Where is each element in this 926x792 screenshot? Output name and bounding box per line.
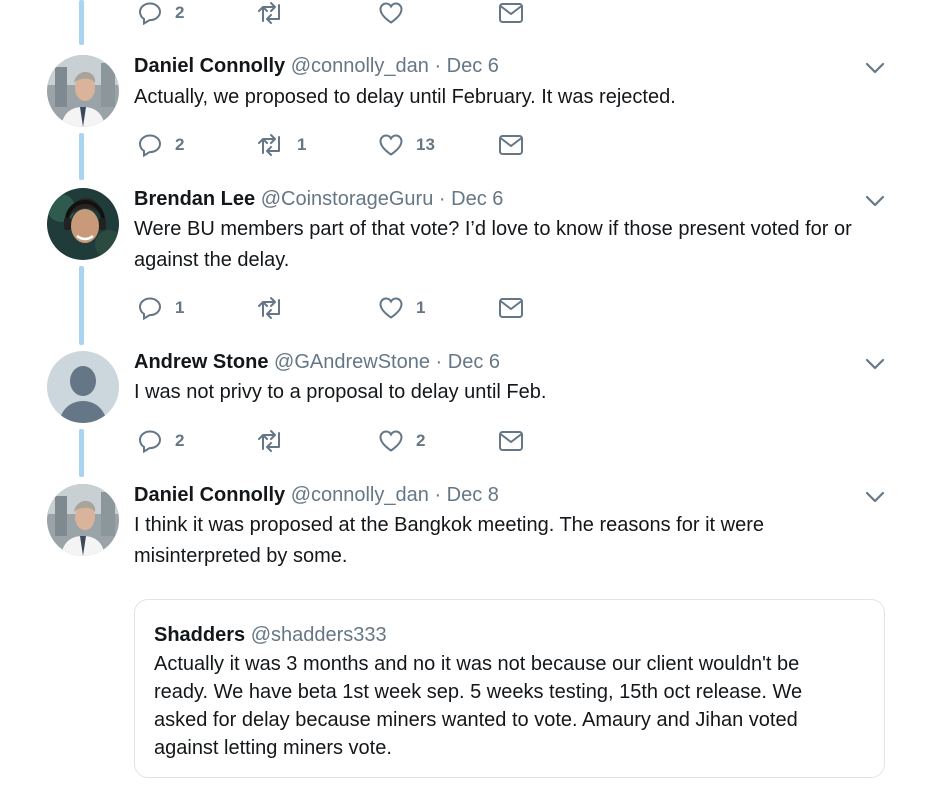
tweet-actions-top: 2 — [134, 0, 554, 26]
avatar[interactable] — [47, 55, 119, 127]
separator-dot: · — [438, 188, 446, 210]
retweet-icon — [258, 2, 280, 24]
user-handle[interactable]: @connolly_dan — [291, 484, 429, 506]
retweet-count: 1 — [297, 135, 307, 154]
chevron-down-icon[interactable] — [864, 353, 886, 375]
reply-button[interactable]: 1 — [138, 295, 184, 321]
display-name[interactable]: Brendan Lee — [134, 188, 255, 210]
direct-message-icon — [499, 135, 523, 155]
tweet-date[interactable]: Dec 6 — [447, 55, 499, 77]
like-button[interactable]: 1 — [378, 295, 425, 321]
reply-button[interactable]: 2 — [138, 132, 184, 158]
retweet-icon — [258, 430, 280, 452]
separator-dot: · — [434, 484, 442, 506]
tweet-text: Were BU members part of that vote? I’d l… — [134, 218, 852, 271]
separator-dot: · — [434, 55, 442, 77]
direct-message-icon — [499, 3, 523, 23]
direct-message-icon — [499, 431, 523, 451]
tweet-header: Andrew Stone @GAndrewStone · Dec 6 — [134, 349, 500, 375]
like-icon — [379, 2, 403, 24]
direct-message-button[interactable] — [498, 0, 524, 26]
retweet-button[interactable] — [257, 428, 297, 454]
user-handle[interactable]: @CoinstorageGuru — [261, 188, 434, 210]
like-button[interactable]: 2 — [378, 428, 425, 454]
reply-count: 2 — [175, 431, 185, 450]
default-avatar-icon — [47, 351, 119, 423]
tweet-date[interactable]: Dec 6 — [451, 188, 503, 210]
like-button[interactable]: 13 — [378, 132, 435, 158]
separator-dot: · — [435, 351, 443, 373]
quoted-user-handle: @shadders333 — [250, 624, 387, 646]
avatar[interactable] — [47, 484, 119, 556]
reply-icon — [138, 297, 162, 320]
tweet-actions: 2 2 — [134, 428, 554, 454]
quoted-tweet-text: Actually it was 3 months and no it was n… — [154, 653, 803, 759]
display-name[interactable]: Andrew Stone — [134, 351, 268, 373]
tweet-date[interactable]: Dec 8 — [447, 484, 499, 506]
retweet-button[interactable]: 1 — [257, 132, 306, 158]
avatar[interactable] — [47, 188, 119, 260]
tweet-header: Brendan Lee @CoinstorageGuru · Dec 6 — [134, 186, 503, 212]
tweet-actions: 2 1 13 — [134, 132, 554, 158]
user-handle[interactable]: @GAndrewStone — [274, 351, 430, 373]
tweet-text: Actually, we proposed to delay until Feb… — [134, 86, 676, 108]
reply-icon — [138, 2, 162, 25]
like-count: 1 — [416, 298, 426, 317]
tweet-header: Daniel Connolly @connolly_dan · Dec 6 — [134, 53, 499, 79]
quoted-tweet-header: Shadders @shadders333 — [154, 622, 387, 648]
reply-button[interactable]: 2 — [138, 428, 184, 454]
tweet-date[interactable]: Dec 6 — [448, 351, 500, 373]
like-icon — [379, 134, 403, 156]
display-name[interactable]: Daniel Connolly — [134, 55, 285, 77]
tweet-text: I think it was proposed at the Bangkok m… — [134, 514, 764, 567]
like-count: 2 — [416, 431, 426, 450]
quoted-display-name: Shadders — [154, 624, 246, 646]
thread-line — [79, 133, 84, 180]
reply-count: 1 — [175, 298, 185, 317]
reply-count: 2 — [175, 135, 185, 154]
reply-count: 2 — [175, 3, 185, 22]
quoted-tweet[interactable]: Shadders @shadders333 Actually it was 3 … — [134, 599, 885, 778]
like-count: 13 — [416, 135, 435, 154]
direct-message-button[interactable] — [498, 295, 524, 321]
retweet-button[interactable] — [257, 0, 297, 26]
direct-message-icon — [499, 298, 523, 318]
thread-line — [79, 429, 84, 477]
direct-message-button[interactable] — [498, 428, 524, 454]
reply-icon — [138, 134, 162, 157]
like-icon — [379, 430, 403, 452]
chevron-down-icon[interactable] — [864, 57, 886, 79]
chevron-down-icon[interactable] — [864, 190, 886, 212]
display-name[interactable]: Daniel Connolly — [134, 484, 285, 506]
retweet-icon — [258, 297, 280, 319]
tweet-header: Daniel Connolly @connolly_dan · Dec 8 — [134, 482, 499, 508]
like-button[interactable] — [378, 0, 416, 26]
thread-line — [79, 266, 84, 345]
tweet-text: I was not privy to a proposal to delay u… — [134, 381, 547, 403]
tweet-actions: 1 1 — [134, 295, 554, 321]
direct-message-button[interactable] — [498, 132, 524, 158]
reply-button[interactable]: 2 — [138, 0, 184, 26]
avatar[interactable] — [47, 351, 119, 423]
retweet-icon — [258, 134, 280, 156]
like-icon — [379, 297, 403, 319]
chevron-down-icon[interactable] — [864, 486, 886, 508]
user-handle[interactable]: @connolly_dan — [291, 55, 429, 77]
retweet-button[interactable] — [257, 295, 297, 321]
thread-line — [79, 0, 84, 45]
reply-icon — [138, 430, 162, 453]
